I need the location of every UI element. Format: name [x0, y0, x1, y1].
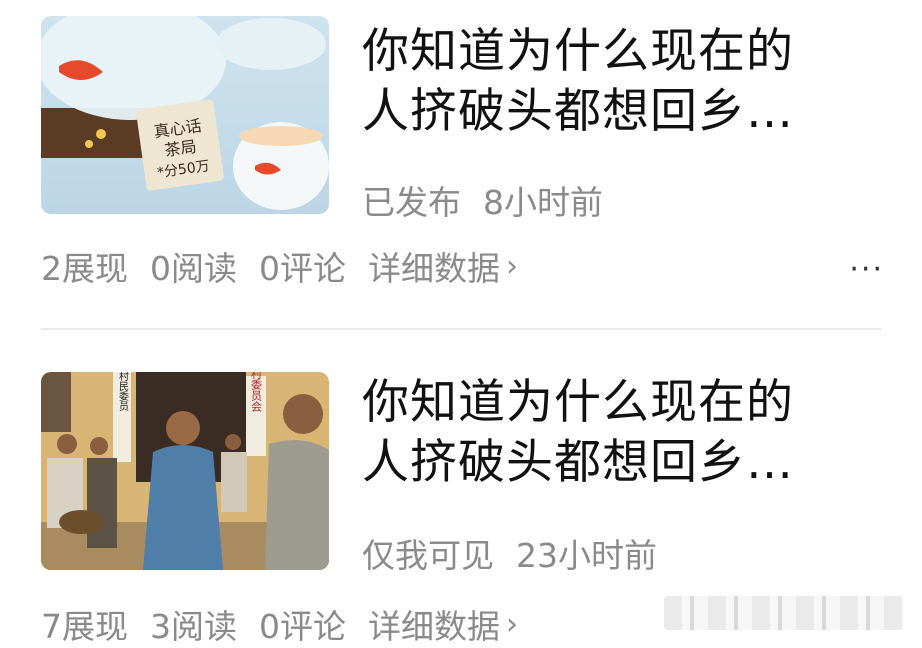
reads-count: 3阅读 [150, 607, 237, 646]
time-ago: 23小时前 [516, 536, 657, 575]
publish-status: 仅我可见 23小时前 [362, 529, 679, 577]
divider [41, 328, 881, 330]
status-label: 已发布 [362, 183, 461, 222]
detail-data-link[interactable]: 详细数据 › [368, 242, 518, 290]
blurred-overlay [664, 596, 904, 630]
article-title[interactable]: 你知道为什么现在的 人挤破头都想回乡… [362, 373, 882, 493]
time-ago: 8小时前 [483, 183, 603, 222]
thumb-sign-left: 村村民委员 [117, 372, 129, 412]
chevron-right-icon: › [506, 606, 518, 642]
comments-count: 0评论 [259, 249, 346, 288]
thumb-sign-right: 村委员会 [250, 372, 263, 412]
article-thumbnail[interactable]: 真心话 茶局 *分50万 [41, 16, 329, 214]
status-label: 仅我可见 [362, 536, 494, 575]
impressions-count: 2展现 [41, 249, 128, 288]
chevron-right-icon: › [506, 248, 518, 284]
article-title[interactable]: 你知道为什么现在的 人挤破头都想回乡… [362, 22, 882, 142]
detail-data-link[interactable]: 详细数据 › [368, 600, 518, 648]
publish-status: 已发布 8小时前 [362, 176, 625, 224]
article-thumbnail[interactable]: 村村民委员 村委员会 [41, 372, 329, 570]
comments-count: 0评论 [259, 607, 346, 646]
tea-fish-illustration: 真心话 茶局 *分50万 [41, 16, 329, 214]
reads-count: 0阅读 [150, 249, 237, 288]
article-card-1[interactable]: 真心话 茶局 *分50万 你知道为什么现在的 人挤破头都想回乡… 已发布 8小时前… [0, 0, 922, 328]
more-dots-icon[interactable]: ··· [849, 252, 884, 287]
stats-row: 7展现 3阅读 0评论 详细数据 › [41, 600, 518, 648]
village-photo: 村村民委员 村委员会 [41, 372, 329, 570]
impressions-count: 7展现 [41, 607, 128, 646]
stats-row: 2展现 0阅读 0评论 详细数据 › [41, 242, 518, 290]
